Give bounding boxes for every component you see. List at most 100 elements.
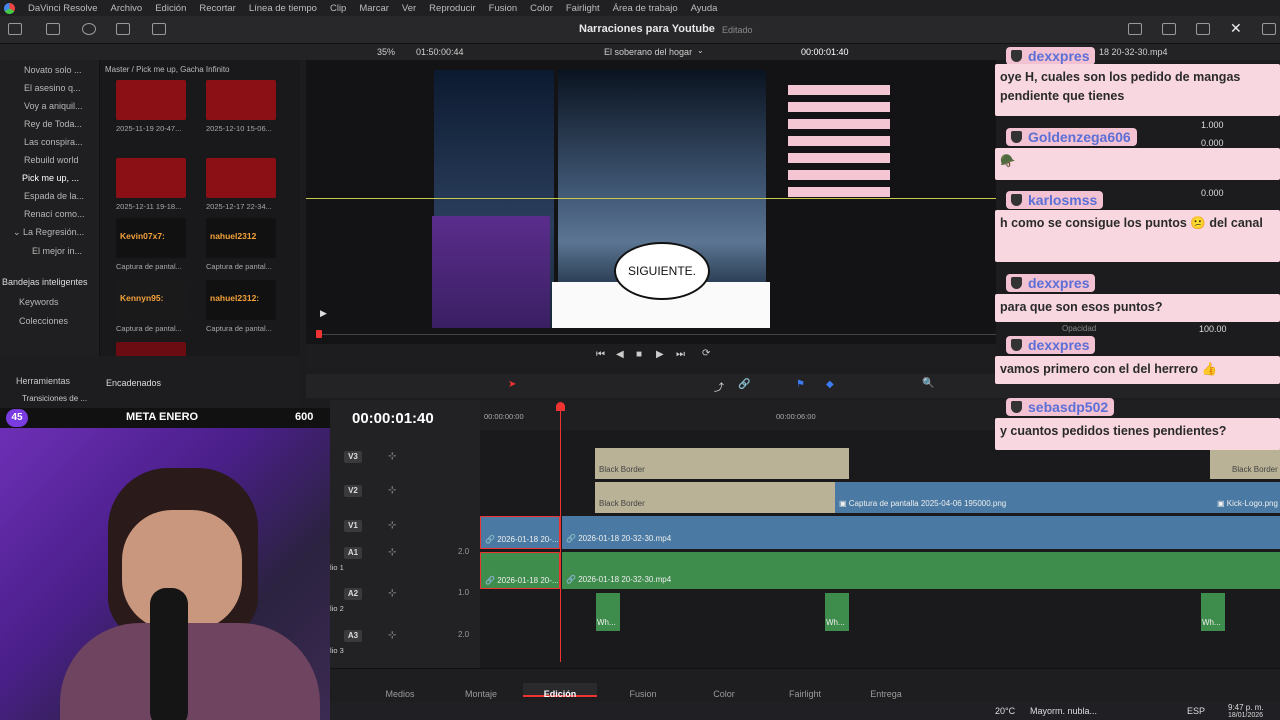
transitions-item[interactable]: Transiciones de ... [22, 394, 87, 403]
zoom-y-value[interactable]: 0.000 [1201, 138, 1224, 148]
clip-v3-black-border[interactable]: Black Border [595, 448, 849, 479]
tab-edit[interactable]: Edición [523, 683, 597, 699]
media-thumbnail[interactable] [206, 80, 276, 120]
link-icon[interactable]: 🔗 [738, 379, 750, 390]
reverse-icon[interactable]: ◀ [616, 349, 624, 360]
sound-library-icon[interactable] [152, 23, 166, 35]
menu-area-de-trabajo[interactable]: Área de trabajo [613, 3, 678, 14]
bin-item[interactable]: Las conspira... [24, 137, 83, 147]
mixer-icon[interactable] [1196, 23, 1210, 35]
clip-v1-part-a[interactable]: 🔗 2026-01-18 20-... [480, 516, 560, 549]
loop-icon[interactable]: ⟳ [702, 348, 710, 359]
magic-wand-icon[interactable] [82, 23, 96, 35]
clip-a1-part-a[interactable]: 🔗 2026-01-18 20-... [480, 552, 560, 589]
bin-item[interactable]: Rey de Toda... [24, 119, 82, 129]
menu-edicion[interactable]: Edición [155, 3, 186, 14]
smart-bin-keywords[interactable]: Keywords [19, 297, 59, 307]
playhead-handle[interactable] [556, 402, 565, 411]
media-thumbnail[interactable]: Kennyn95: [116, 280, 186, 320]
flag-icon[interactable]: ⚑ [796, 379, 805, 390]
clip-v3-black-border-2[interactable]: Black Border [1210, 448, 1280, 479]
snap-icon[interactable]: ⤴ [714, 379, 724, 394]
zoom-x-value[interactable]: 1.000 [1201, 120, 1224, 130]
media-thumbnail[interactable] [116, 80, 186, 120]
clip-v2-capture[interactable]: ▣ Captura de pantalla 2025-04-06 195000.… [835, 482, 1213, 513]
media-thumbnail[interactable]: Kevin07x7: [116, 218, 186, 258]
clock-time[interactable]: 9:47 p. m. [1228, 703, 1264, 712]
track-lock-icon[interactable]: ⊹ [388, 588, 396, 599]
track-lock-icon[interactable]: ⊹ [388, 547, 396, 558]
track-lock-icon[interactable]: ⊹ [388, 520, 396, 531]
menu-linea-de-tiempo[interactable]: Línea de tiempo [249, 3, 317, 14]
inspector-value[interactable]: 0.000 [1201, 188, 1224, 198]
render-icon[interactable] [1162, 23, 1176, 35]
skip-start-icon[interactable]: ⏮ [596, 349, 605, 360]
bin-item[interactable]: Rebuild world [24, 155, 79, 165]
play-button-icon[interactable]: ▶ [656, 349, 664, 360]
media-thumbnail[interactable] [206, 158, 276, 198]
clip-a1-part-b[interactable]: 🔗 2026-01-18 20-32-30.mp4 [562, 552, 1280, 589]
tab-fairlight[interactable]: Fairlight [775, 689, 835, 699]
bin-item[interactable]: Voy a aniquil... [24, 101, 83, 111]
timeline-selector[interactable]: El soberano del hogar [604, 47, 692, 57]
effects-icon[interactable] [46, 23, 60, 35]
stop-icon[interactable]: ■ [636, 349, 642, 360]
media-thumbnail[interactable]: nahuel2312 [206, 218, 276, 258]
skip-end-icon[interactable]: ⏭ [676, 349, 685, 360]
menu-marcar[interactable]: Marcar [359, 3, 389, 14]
bin-item[interactable]: Renací como... [24, 209, 85, 219]
tab-deliver[interactable]: Entrega [856, 689, 916, 699]
bin-item[interactable]: ⌄ La Regresión... [13, 227, 84, 238]
menu-archivo[interactable]: Archivo [111, 3, 143, 14]
track-lock-icon[interactable]: ⊹ [388, 630, 396, 641]
menu-recortar[interactable]: Recortar [199, 3, 235, 14]
zoom-level[interactable]: 35% [377, 47, 395, 57]
bin-item-selected[interactable]: Pick me up, ... [22, 173, 79, 183]
opacity-value[interactable]: 100.00 [1199, 324, 1227, 334]
menu-clip[interactable]: Clip [330, 3, 346, 14]
tab-cut[interactable]: Montaje [451, 689, 511, 699]
weather-temp[interactable]: 20°C [995, 706, 1015, 716]
viewer[interactable]: SIGUIENTE. ▶ [306, 60, 996, 328]
play-icon[interactable]: ▶ [320, 308, 327, 319]
tab-fusion[interactable]: Fusion [613, 689, 673, 699]
tools-header[interactable]: Herramientas [16, 376, 70, 386]
playhead[interactable] [560, 402, 561, 662]
bin-item[interactable]: Novato solo ... [24, 65, 82, 75]
scrub-bar[interactable] [306, 328, 996, 344]
menu-ver[interactable]: Ver [402, 3, 416, 14]
menu-reproducir[interactable]: Reproducir [429, 3, 475, 14]
bin-item[interactable]: El mejor in... [32, 246, 82, 256]
media-thumbnail[interactable]: nahuel2312: [206, 280, 276, 320]
smart-bin-collections[interactable]: Colecciones [19, 316, 68, 326]
media-thumbnail[interactable] [116, 158, 186, 198]
weather-desc[interactable]: Mayorm. nubla... [1030, 706, 1097, 716]
selection-tool-icon[interactable]: ➤ [508, 379, 516, 390]
clip-a2[interactable]: Wh... [596, 593, 620, 631]
clip-v2-black-border[interactable]: Black Border [595, 482, 835, 513]
close-icon[interactable]: ✕ [1230, 20, 1242, 37]
clip-v1-part-b[interactable]: 🔗 2026-01-18 20-32-30.mp4 [562, 516, 1280, 549]
edit-index-icon[interactable] [116, 23, 130, 35]
menu-ayuda[interactable]: Ayuda [691, 3, 718, 14]
menu-fusion[interactable]: Fusion [489, 3, 518, 14]
track-lock-icon[interactable]: ⊹ [388, 485, 396, 496]
tab-media[interactable]: Medios [370, 689, 430, 699]
track-lock-icon[interactable]: ⊹ [388, 451, 396, 462]
language-indicator[interactable]: ESP [1187, 706, 1205, 716]
clip-v2-kick-logo[interactable]: ▣ Kick-Logo.png [1213, 482, 1280, 513]
menu-app[interactable]: DaVinci Resolve [28, 3, 98, 14]
bin-item[interactable]: Espada de la... [24, 191, 84, 201]
chevron-down-icon[interactable]: ⌄ [697, 46, 704, 55]
bin-item[interactable]: El asesino q... [24, 83, 81, 93]
export-icon[interactable] [1128, 23, 1142, 35]
tab-color[interactable]: Color [694, 689, 754, 699]
menu-color[interactable]: Color [530, 3, 553, 14]
inspector-icon[interactable] [1262, 23, 1276, 35]
media-pool-icon[interactable] [8, 23, 22, 35]
marker-icon[interactable]: ◆ [826, 379, 834, 390]
menu-fairlight[interactable]: Fairlight [566, 3, 600, 14]
clock-date[interactable]: 18/01/2026 [1228, 712, 1263, 719]
clip-a2[interactable]: Wh... [825, 593, 849, 631]
clip-a2[interactable]: Wh... [1201, 593, 1225, 631]
